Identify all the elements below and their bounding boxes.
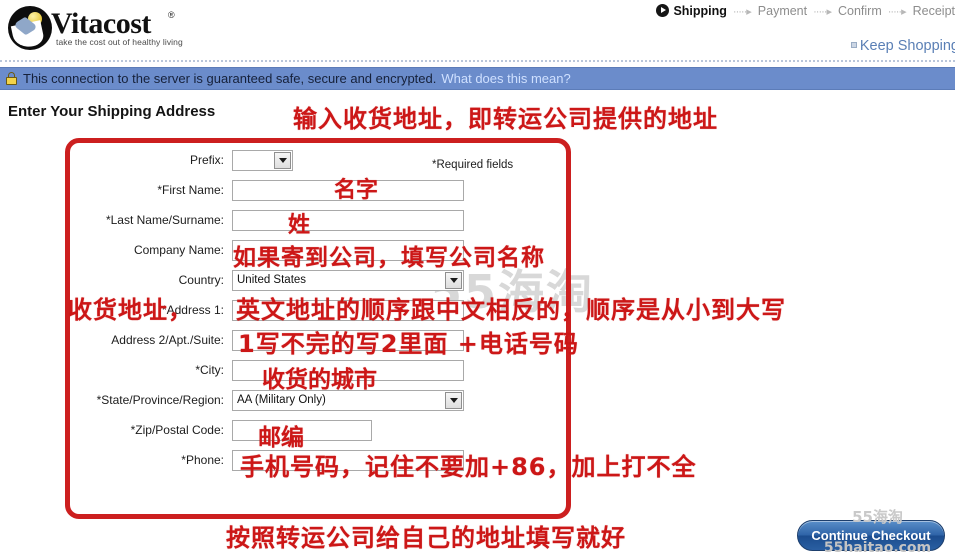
step-separator-1: ·····▸ — [732, 5, 752, 18]
step-receipt[interactable]: Receipt — [913, 4, 955, 18]
state-select-value: AA (Military Only) — [237, 394, 326, 406]
vitacost-logo-icon — [8, 6, 52, 50]
annotation-city: 收货的城市 — [262, 367, 377, 393]
checkout-steps: Shipping ·····▸ Payment ·····▸ Confirm ·… — [656, 2, 955, 20]
annotation-company: 如果寄到公司，填写公司名称 — [233, 245, 545, 271]
step-separator-2: ·····▸ — [813, 5, 832, 18]
form-row-prefix: Prefix: — [0, 145, 700, 175]
vitacost-logo[interactable]: Vitacost ® take the cost out of healthy … — [8, 4, 183, 52]
label-phone: *Phone: — [181, 453, 224, 467]
annotation-first-name: 名字 — [334, 178, 379, 203]
form-row-last-name: *Last Name/Surname: — [0, 205, 700, 235]
step-shipping-label: Shipping — [673, 4, 727, 18]
secure-message: This connection to the server is guarant… — [23, 71, 437, 86]
label-zip: *Zip/Postal Code: — [130, 423, 224, 437]
step-shipping[interactable]: Shipping — [656, 4, 727, 18]
what-does-this-mean-link[interactable]: What does this mean? — [441, 71, 570, 86]
chevron-down-icon[interactable] — [445, 271, 462, 289]
step-confirm[interactable]: Confirm — [838, 4, 882, 18]
page-title: Enter Your Shipping Address — [8, 103, 216, 120]
step-confirm-label: Confirm — [837, 4, 882, 18]
square-bullet-icon — [850, 42, 857, 48]
lock-icon — [6, 72, 17, 85]
continue-checkout-button[interactable]: Continue Checkout — [797, 520, 945, 551]
last-name-input[interactable] — [232, 209, 464, 231]
annotation-last-name: 姓 — [288, 213, 311, 238]
step-payment-label: Payment — [757, 4, 808, 18]
country-select[interactable]: United States — [232, 269, 464, 291]
secure-connection-bar: This connection to the server is guarant… — [0, 67, 955, 90]
country-select-value: United States — [237, 274, 307, 286]
page-root: Vitacost ® take the cost out of healthy … — [0, 0, 955, 559]
step-separator-3: ·····▸ — [887, 5, 907, 18]
site-header: Vitacost ® take the cost out of healthy … — [0, 0, 955, 62]
form-row-zip: *Zip/Postal Code: — [0, 415, 700, 445]
chevron-down-icon[interactable] — [445, 391, 462, 409]
label-country: Country: — [178, 273, 224, 287]
play-arrow-icon — [656, 4, 670, 17]
label-city: *City: — [195, 363, 224, 377]
brand-tagline: take the cost out of healthy living — [56, 37, 183, 47]
label-first-name: *First Name: — [157, 183, 224, 197]
required-fields-note: *Required fields — [432, 159, 514, 171]
header-divider — [0, 60, 955, 62]
lock-body — [6, 77, 17, 85]
brand-name: Vitacost — [51, 7, 151, 40]
label-company-name: Company Name: — [133, 243, 224, 257]
annotation-bottom: 按照转运公司给自己的地址填写就好 — [226, 524, 626, 552]
annotation-address2: 1写不完的写2里面 +电话号码 — [238, 330, 579, 358]
annotation-top: 输入收货地址，即转运公司提供的地址 — [293, 105, 718, 133]
annotation-phone: 手机号码，记住不要加+86，加上打不全 — [240, 453, 697, 481]
annotation-address1-right: 英文地址的顺序跟中文相反的，顺序是从小到大写 — [236, 296, 786, 324]
label-last-name: *Last Name/Surname: — [105, 213, 224, 227]
label-address-2: Address 2/Apt./Suite: — [111, 333, 224, 347]
annotation-address1-left: 收货地址， — [68, 296, 193, 324]
step-payment[interactable]: Payment — [758, 4, 807, 18]
step-receipt-label: Receipt — [912, 4, 955, 18]
keep-shopping-label: Keep Shopping — [859, 38, 955, 54]
keep-shopping-link[interactable]: Keep Shopping — [850, 38, 955, 54]
label-state: *State/Province/Region: — [96, 393, 224, 407]
prefix-select[interactable] — [232, 149, 293, 171]
chevron-down-icon[interactable] — [274, 151, 291, 169]
continue-checkout-label: Continue Checkout — [811, 528, 931, 543]
registered-mark: ® — [168, 10, 175, 20]
label-prefix: Prefix: — [189, 153, 224, 167]
